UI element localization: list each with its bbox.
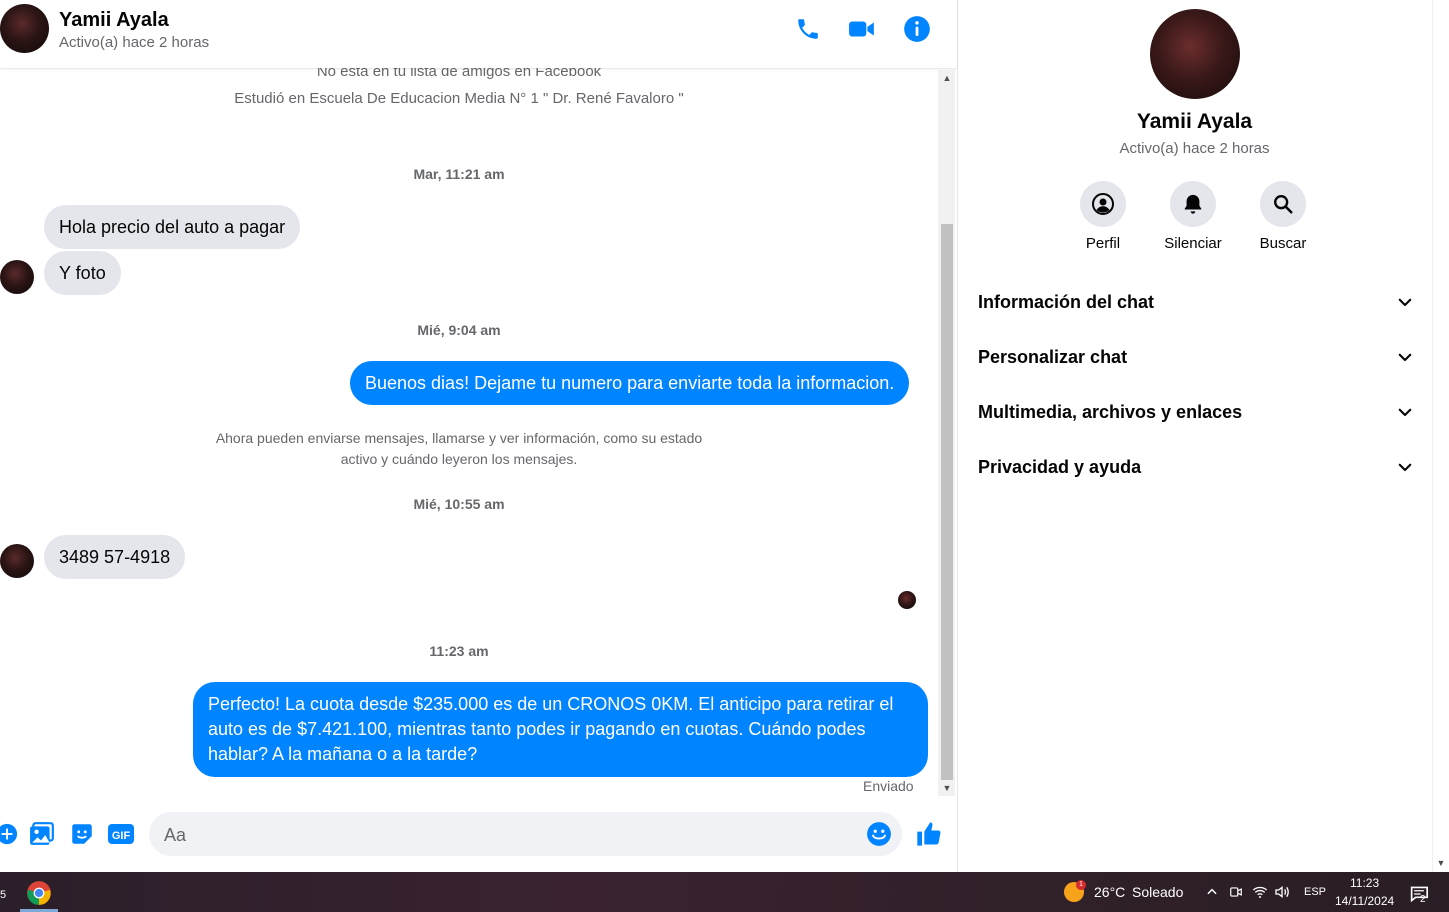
chat-header: Yamii Ayala Activo(a) hace 2 horas (0, 0, 957, 68)
language-indicator[interactable]: ESP (1304, 886, 1326, 898)
meet-icon[interactable] (1228, 884, 1244, 900)
chevron-down-icon (1398, 353, 1412, 362)
seen-indicator-avatar (898, 591, 916, 609)
timestamp: Mié, 9:04 am (417, 322, 501, 338)
avatar[interactable] (1150, 9, 1240, 99)
search-button[interactable]: Buscar (1238, 181, 1328, 252)
emoji-icon[interactable] (864, 819, 894, 849)
panel-scrollbar[interactable] (1432, 0, 1449, 872)
profile-label: Perfil (1085, 235, 1121, 252)
clock-date[interactable]: 14/11/2024 (1335, 894, 1394, 908)
outgoing-message[interactable]: Perfecto! La cuota desde $235.000 es de … (193, 682, 928, 777)
like-icon[interactable] (914, 819, 944, 849)
incoming-message[interactable]: 3489 57-4918 (44, 535, 186, 579)
svg-text:GIF: GIF (112, 830, 131, 842)
panel-contact-status: Activo(a) hace 2 horas (1119, 140, 1270, 157)
message-input[interactable] (149, 812, 902, 856)
gif-icon[interactable]: GIF (106, 819, 136, 849)
timestamp: Mar, 11:21 am (413, 166, 505, 182)
info-icon[interactable] (902, 14, 932, 44)
bell-icon[interactable] (1170, 181, 1216, 227)
taskbar-badge: 5 (0, 889, 7, 901)
weather-description[interactable]: Soleado (1132, 884, 1183, 900)
notifications-icon[interactable] (1408, 884, 1430, 904)
message-input-placeholder: Aa (164, 825, 187, 845)
incoming-message[interactable]: Y foto (44, 251, 121, 295)
chevron-down-icon (1398, 408, 1412, 417)
wifi-icon[interactable] (1252, 884, 1268, 900)
chevron-up-icon[interactable] (1204, 884, 1220, 900)
section-label: Multimedia, archivos y enlaces (978, 401, 1243, 422)
section-privacy-help[interactable]: Privacidad y ayuda (978, 447, 1414, 487)
section-label: Privacidad y ayuda (978, 456, 1142, 477)
video-icon[interactable] (847, 14, 877, 44)
notice-line: activo y cuándo leyeron los mensajes. (340, 451, 578, 467)
section-chat-info[interactable]: Información del chat (978, 282, 1414, 322)
avatar[interactable] (0, 544, 34, 578)
notifications-count: 2 (1420, 894, 1426, 905)
phone-icon[interactable] (793, 14, 823, 44)
panel-contact-name: Yamii Ayala (1136, 110, 1253, 133)
weather-alert-badge: 1 (1076, 880, 1086, 890)
education-info: Estudió en Escuela De Educacion Media N°… (234, 90, 684, 107)
sticker-icon[interactable] (67, 819, 97, 849)
chevron-down-icon (1398, 298, 1412, 307)
section-media-files-links[interactable]: Multimedia, archivos y enlaces (978, 392, 1414, 432)
scroll-down-arrow[interactable]: ▼ (940, 781, 954, 795)
search-label: Buscar (1259, 235, 1307, 252)
notice-line: Ahora pueden enviarse mensajes, llamarse… (215, 430, 703, 446)
chrome-icon[interactable] (26, 880, 52, 906)
profile-button[interactable]: Perfil (1058, 181, 1148, 252)
scroll-up-arrow[interactable]: ▲ (940, 71, 954, 85)
clock-time[interactable]: 11:23 (1350, 876, 1379, 890)
mute-label: Silenciar (1164, 235, 1222, 252)
section-customize-chat[interactable]: Personalizar chat (978, 337, 1414, 377)
photo-icon[interactable] (27, 819, 57, 849)
avatar[interactable] (0, 260, 34, 294)
avatar[interactable] (0, 4, 49, 53)
profile-icon[interactable] (1080, 181, 1126, 227)
outgoing-message[interactable]: Buenos dias! Dejame tu numero para envia… (350, 361, 910, 405)
connection-notice: Ahora pueden enviarse mensajes, llamarse… (180, 428, 738, 470)
mute-button[interactable]: Silenciar (1148, 181, 1238, 252)
panel-scroll-down-arrow[interactable]: ▼ (1434, 856, 1448, 870)
incoming-message[interactable]: Hola precio del auto a pagar (44, 205, 301, 249)
speaker-icon[interactable] (1274, 884, 1290, 900)
sent-status: Enviado (863, 778, 914, 794)
contact-name[interactable]: Yamii Ayala (59, 9, 169, 32)
timestamp: 11:23 am (429, 643, 489, 659)
timestamp: Mié, 10:55 am (413, 496, 505, 512)
contact-status: Activo(a) hace 2 horas (59, 34, 210, 51)
chevron-down-icon (1398, 463, 1412, 472)
section-label: Información del chat (978, 291, 1155, 312)
plus-icon[interactable] (0, 819, 22, 849)
section-label: Personalizar chat (978, 346, 1128, 367)
weather-temperature[interactable]: 26°C (1094, 884, 1125, 900)
search-icon[interactable] (1260, 181, 1306, 227)
scrollbar-thumb[interactable] (941, 224, 953, 780)
